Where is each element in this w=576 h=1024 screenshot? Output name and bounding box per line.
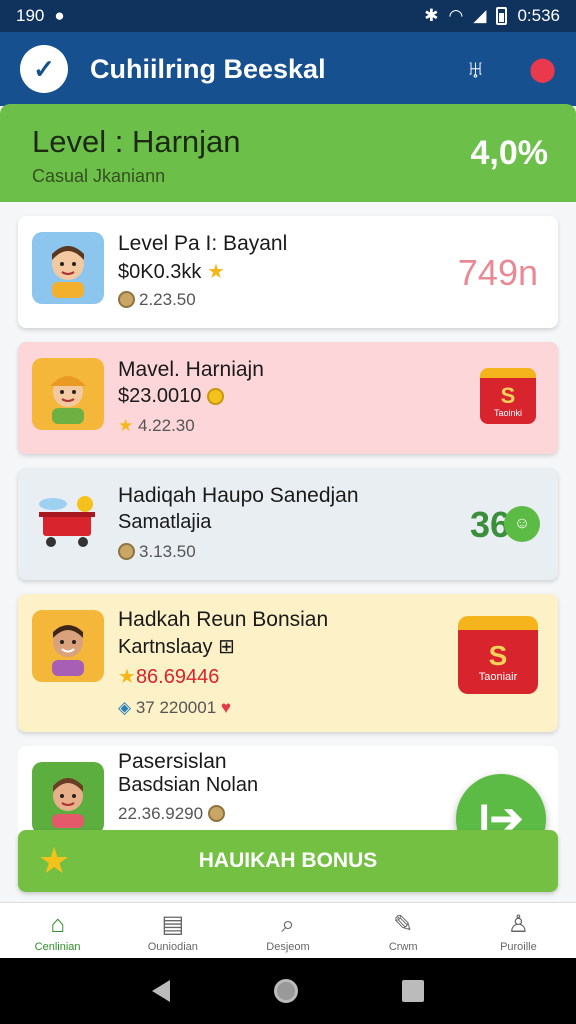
app-title: Cuhiilring Beeskal — [90, 53, 326, 84]
home-circle-icon[interactable] — [274, 979, 298, 1003]
card-title: Hadiqah Haupo Sanedjan — [118, 484, 359, 507]
cart-icon — [32, 484, 104, 556]
card-stat: 4.22.30 — [137, 416, 195, 435]
card-stat: 37 220001 — [135, 698, 217, 717]
nav-item-search[interactable]: ⌕ Desjeom — [230, 903, 345, 958]
nav-label: Puroille — [500, 941, 537, 953]
card-amount: Samatlajia — [118, 511, 212, 533]
trophy-icon[interactable]: ♅ — [466, 54, 486, 85]
back-icon[interactable] — [152, 980, 170, 1002]
card-title: Pasersislan — [118, 750, 227, 773]
nav-label: Cenlinian — [34, 941, 81, 953]
level-percent: 4,0% — [470, 134, 549, 172]
level-subtitle: Casual Jkaniann — [32, 166, 166, 186]
gift-letter: S — [500, 382, 516, 408]
app-logo-icon: ✓ — [20, 45, 68, 93]
nav-label: Crwm — [388, 941, 418, 953]
list-item[interactable]: Mavel. Harniajn $23.0010 ★ 4.22.30 S Tao… — [18, 342, 558, 454]
nav-item-home[interactable]: ⌂ Cenlinian — [0, 903, 115, 958]
system-nav-bar — [0, 958, 576, 1024]
level-name: Level : Harnjan — [32, 124, 241, 159]
wifi-icon: ◠ — [448, 6, 464, 25]
recents-icon[interactable] — [402, 980, 424, 1002]
search-icon: ⌕ — [281, 911, 295, 938]
card-reward: 749n — [457, 252, 538, 293]
card-title: Level Pa I: Bayanl — [118, 232, 288, 255]
nav-item-edit[interactable]: ✎ Crwm — [346, 903, 461, 958]
level-banner: Level : Harnjan Casual Jkaniann 4,0% — [0, 104, 576, 202]
list-item[interactable]: Level Pa I: Bayanl $0K0.3kk ★ 2.23.50 74… — [18, 216, 558, 328]
coin-icon — [118, 543, 135, 560]
nav-label: Desjeom — [266, 941, 310, 953]
list-icon: ▤ — [161, 911, 185, 938]
gift-letter: S — [488, 639, 508, 671]
gift-label: Taoinki — [493, 407, 522, 418]
star-icon: ★ — [206, 261, 225, 283]
status-time: 190 — [16, 6, 45, 25]
gift-box-icon[interactable]: S Taoniair — [458, 616, 538, 694]
notification-icon: ● — [54, 6, 65, 25]
profile-icon: ♙ — [507, 911, 530, 938]
card-title: Hadkah Reun Bonsian — [118, 608, 329, 631]
battery-icon — [496, 7, 508, 25]
card-amount: $23.0010 — [118, 385, 202, 407]
card-amount: Kartnslaay — [118, 636, 213, 658]
nav-label: Ouniodian — [147, 941, 198, 953]
card-stat: 22.36.9290 — [118, 804, 204, 823]
bluetooth-icon: ✱ — [424, 6, 439, 25]
home-icon: ⌂ — [50, 911, 65, 938]
signal-icon: ◢ — [473, 6, 487, 25]
gift-label: Taoniair — [478, 670, 518, 683]
star-icon: ★ — [118, 416, 134, 435]
card-stat: 2.23.50 — [139, 290, 196, 309]
status-clock: 0:536 — [517, 6, 560, 25]
avatar — [32, 232, 104, 304]
card-amount: $0K0.3kk — [118, 261, 202, 283]
list-item[interactable]: Hadkah Reun Bonsian Kartnslaay ⊞ ★86.694… — [18, 594, 558, 732]
gift-box-icon[interactable]: S Taoinki — [480, 368, 536, 424]
bonus-button[interactable]: ★ HAUIKAH BONUS — [18, 830, 558, 892]
card-stat: 3.13.50 — [139, 542, 196, 561]
smile-badge-icon: ☺ — [504, 506, 540, 542]
card-title: Mavel. Harniajn — [118, 358, 264, 381]
bottom-nav: ⌂ Cenlinian ▤ Ouniodian ⌕ Desjeom ✎ Crwm… — [0, 902, 576, 958]
heart-icon: ♥ — [220, 698, 232, 717]
list-item[interactable]: Hadiqah Haupo Sanedjan Samatlajia 3.13.5… — [18, 468, 558, 580]
status-bar: 190 ● ✱ ◠ ◢ 0:536 — [0, 0, 576, 32]
nav-item-list[interactable]: ▤ Ouniodian — [115, 903, 230, 958]
shield-icon: ◈ — [118, 698, 132, 717]
card-amount-2: 86.69446 — [135, 666, 220, 688]
coin-icon — [207, 805, 225, 822]
avatar — [32, 610, 104, 682]
bonus-button-label: HAUIKAH BONUS — [198, 849, 378, 872]
avatar — [32, 762, 104, 834]
location-pin-icon[interactable]: ⬤ — [529, 55, 556, 84]
card-amount: Basdsian Nolan — [118, 774, 259, 796]
edit-icon: ✎ — [393, 911, 414, 938]
star-icon: ★ — [118, 666, 136, 688]
coin-icon — [118, 291, 135, 308]
avatar — [32, 358, 104, 430]
nav-item-profile[interactable]: ♙ Puroille — [461, 903, 576, 958]
coin-icon — [206, 388, 224, 405]
app-bar: ✓ Cuhiilring Beeskal ♅ ⬤ — [0, 32, 576, 106]
gift-small-icon: ⊞ — [218, 636, 235, 658]
